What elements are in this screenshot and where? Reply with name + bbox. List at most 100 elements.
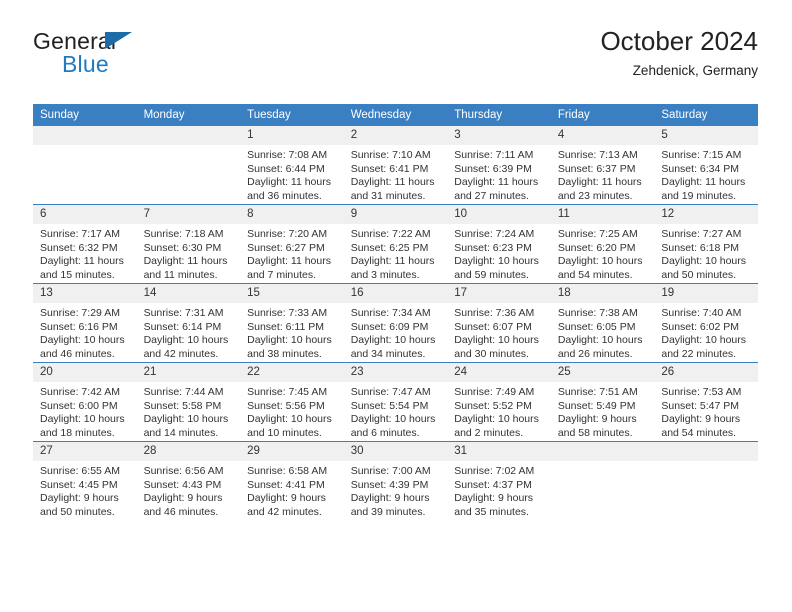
sunrise-text: Sunrise: 7:51 AM (557, 386, 638, 398)
calendar-day-cell[interactable]: 14 Sunrise: 7:31 AM Sunset: 6:14 PM Dayligh… (136, 283, 241, 363)
calendar-day-cell[interactable]: 19 Sunrise: 7:40 AM Sunset: 6:02 PM Dayligh… (654, 283, 758, 363)
calendar-day-cell[interactable]: 28 Sunrise: 6:56 AM Sunset: 4:43 PM Dayligh… (136, 441, 241, 520)
sunrise-text: Sunrise: 7:24 AM (454, 228, 535, 240)
sunset-text: Sunset: 6:44 PM (247, 162, 325, 175)
sunrise-text: Sunrise: 7:25 AM (557, 228, 638, 240)
sunrise-text: Sunrise: 7:10 AM (350, 149, 431, 161)
day-details: Sunrise: 7:02 AM Sunset: 4:37 PM Daylight:… (447, 461, 551, 519)
calendar-day-cell[interactable]: 8 Sunrise: 7:20 AM Sunset: 6:27 PM Daylight… (240, 204, 344, 284)
calendar-day-cell[interactable]: 2 Sunrise: 7:10 AM Sunset: 6:41 PM Daylight… (343, 126, 448, 205)
sunset-text: Sunset: 6:25 PM (350, 241, 429, 254)
title-block: October 2024 Zehdenick, Germany (600, 25, 758, 81)
calendar-day-cell[interactable]: 13 Sunrise: 7:29 AM Sunset: 6:16 PM Dayligh… (33, 283, 137, 363)
day-details: Sunrise: 7:51 AM Sunset: 5:49 PM Daylight:… (551, 382, 655, 440)
sunset-text: Sunset: 6:09 PM (350, 320, 429, 333)
calendar-week-row: 27 Sunrise: 6:55 AM Sunset: 4:45 PM Dayligh… (33, 441, 758, 520)
calendar-day-cell[interactable]: 9 Sunrise: 7:22 AM Sunset: 6:25 PM Daylight… (343, 204, 448, 284)
day-details: Sunrise: 7:42 AM Sunset: 6:00 PM Daylight:… (33, 382, 137, 440)
calendar-day-cell[interactable]: 1 Sunrise: 7:08 AM Sunset: 6:44 PM Daylight… (240, 126, 344, 205)
calendar-day-cell[interactable]: 15 Sunrise: 7:33 AM Sunset: 6:11 PM Dayligh… (240, 283, 344, 363)
calendar-day-cell[interactable]: 17 Sunrise: 7:36 AM Sunset: 6:07 PM Dayligh… (447, 283, 551, 363)
calendar-day-cell[interactable]: 18 Sunrise: 7:38 AM Sunset: 6:05 PM Dayligh… (550, 283, 655, 363)
sunrise-text: Sunrise: 7:08 AM (247, 149, 328, 161)
calendar-day-cell[interactable]: 29 Sunrise: 6:58 AM Sunset: 4:41 PM Dayligh… (240, 441, 344, 520)
calendar-day-cell[interactable]: 25 Sunrise: 7:51 AM Sunset: 5:49 PM Dayligh… (550, 362, 655, 442)
sunset-text: Sunset: 4:45 PM (40, 478, 118, 491)
sunrise-text: Sunrise: 7:22 AM (350, 228, 431, 240)
sunrise-text: Sunrise: 7:53 AM (661, 386, 742, 398)
calendar-day-cell[interactable]: 20 Sunrise: 7:42 AM Sunset: 6:00 PM Dayligh… (33, 362, 137, 442)
day-number: 11 (550, 205, 655, 224)
calendar-day-cell[interactable]: 27 Sunrise: 6:55 AM Sunset: 4:45 PM Dayligh… (33, 441, 137, 520)
day-details: Sunrise: 7:45 AM Sunset: 5:56 PM Daylight:… (240, 382, 344, 440)
calendar-day-cell[interactable]: 31 Sunrise: 7:02 AM Sunset: 4:37 PM Dayligh… (447, 441, 551, 520)
sunset-text: Sunset: 6:18 PM (661, 241, 740, 254)
sunrise-text: Sunrise: 7:17 AM (40, 228, 120, 240)
sunset-text: Sunset: 5:58 PM (143, 399, 222, 412)
sunrise-text: Sunrise: 6:56 AM (143, 465, 224, 477)
day-number: 13 (33, 284, 137, 303)
day-details: Sunrise: 7:40 AM Sunset: 6:02 PM Daylight:… (654, 303, 758, 361)
logo-text-blue: Blue (62, 51, 109, 77)
calendar-day-cell[interactable]: 12 Sunrise: 7:27 AM Sunset: 6:18 PM Dayligh… (654, 204, 758, 284)
sunrise-text: Sunrise: 7:44 AM (143, 386, 224, 398)
calendar-page: General Blue October 2024 Zehdenick, Ger… (0, 0, 792, 612)
sunrise-text: Sunrise: 7:29 AM (40, 307, 120, 319)
calendar-day-cell[interactable]: 22 Sunrise: 7:45 AM Sunset: 5:56 PM Dayligh… (240, 362, 344, 442)
day-number: 27 (33, 442, 137, 461)
daylight-text: Daylight: 9 hours and 42 minutes. (247, 492, 326, 518)
sunset-text: Sunset: 6:07 PM (454, 320, 532, 333)
sunset-text: Sunset: 5:49 PM (557, 399, 636, 412)
day-details: Sunrise: 7:34 AM Sunset: 6:09 PM Daylight:… (344, 303, 448, 361)
calendar-day-cell[interactable]: 10 Sunrise: 7:24 AM Sunset: 6:23 PM Dayligh… (447, 204, 551, 284)
day-details: Sunrise: 7:15 AM Sunset: 6:34 PM Daylight:… (654, 145, 758, 203)
calendar-cell-empty (550, 441, 655, 520)
day-number: 28 (136, 442, 241, 461)
calendar-header-row: Sunday Monday Tuesday Wednesday Thursday… (33, 104, 758, 126)
calendar-day-cell[interactable]: 30 Sunrise: 7:00 AM Sunset: 4:39 PM Dayligh… (343, 441, 448, 520)
calendar-day-cell[interactable]: 3 Sunrise: 7:11 AM Sunset: 6:39 PM Daylight… (447, 126, 551, 205)
day-details: Sunrise: 6:58 AM Sunset: 4:41 PM Daylight:… (240, 461, 344, 519)
calendar-week-row: 20 Sunrise: 7:42 AM Sunset: 6:00 PM Dayligh… (33, 362, 758, 442)
day-number: 9 (343, 205, 448, 224)
column-header-thursday: Thursday (447, 104, 551, 126)
day-details: Sunrise: 7:00 AM Sunset: 4:39 PM Daylight:… (344, 461, 448, 519)
calendar-day-cell[interactable]: 23 Sunrise: 7:47 AM Sunset: 5:54 PM Dayligh… (343, 362, 448, 442)
calendar-day-cell[interactable]: 24 Sunrise: 7:49 AM Sunset: 5:52 PM Dayligh… (447, 362, 551, 442)
day-number (33, 126, 137, 145)
sunset-text: Sunset: 6:41 PM (350, 162, 429, 175)
sunrise-text: Sunrise: 7:15 AM (661, 149, 742, 161)
calendar-day-cell[interactable]: 5 Sunrise: 7:15 AM Sunset: 6:34 PM Daylight… (654, 126, 758, 205)
daylight-text: Daylight: 10 hours and 2 minutes. (454, 413, 539, 439)
day-number: 19 (654, 284, 758, 303)
column-header-wednesday: Wednesday (343, 104, 448, 126)
day-details: Sunrise: 7:27 AM Sunset: 6:18 PM Daylight:… (654, 224, 758, 282)
day-details: Sunrise: 7:49 AM Sunset: 5:52 PM Daylight:… (447, 382, 551, 440)
day-number: 14 (136, 284, 241, 303)
daylight-text: Daylight: 9 hours and 50 minutes. (40, 492, 119, 518)
daylight-text: Daylight: 11 hours and 15 minutes. (40, 255, 124, 281)
sunset-text: Sunset: 6:05 PM (557, 320, 636, 333)
calendar-day-cell[interactable]: 7 Sunrise: 7:18 AM Sunset: 6:30 PM Daylight… (136, 204, 241, 284)
daylight-text: Daylight: 11 hours and 11 minutes. (143, 255, 228, 281)
calendar-day-cell[interactable]: 4 Sunrise: 7:13 AM Sunset: 6:37 PM Daylight… (550, 126, 655, 205)
day-number: 1 (240, 126, 344, 145)
calendar-day-cell[interactable]: 16 Sunrise: 7:34 AM Sunset: 6:09 PM Dayligh… (343, 283, 448, 363)
calendar-day-cell[interactable]: 26 Sunrise: 7:53 AM Sunset: 5:47 PM Dayligh… (654, 362, 758, 442)
sunrise-text: Sunrise: 7:33 AM (247, 307, 328, 319)
calendar-day-cell[interactable]: 6 Sunrise: 7:17 AM Sunset: 6:32 PM Daylight… (33, 204, 137, 284)
sunset-text: Sunset: 6:32 PM (40, 241, 118, 254)
day-details: Sunrise: 7:33 AM Sunset: 6:11 PM Daylight:… (240, 303, 344, 361)
day-details: Sunrise: 7:24 AM Sunset: 6:23 PM Daylight:… (447, 224, 551, 282)
day-number (136, 126, 241, 145)
sunrise-text: Sunrise: 7:42 AM (40, 386, 120, 398)
daylight-text: Daylight: 11 hours and 31 minutes. (350, 176, 435, 202)
sunset-text: Sunset: 6:11 PM (247, 320, 324, 333)
sunset-text: Sunset: 6:16 PM (40, 320, 118, 333)
sunrise-text: Sunrise: 7:27 AM (661, 228, 742, 240)
daylight-text: Daylight: 10 hours and 59 minutes. (454, 255, 539, 281)
calendar-day-cell[interactable]: 21 Sunrise: 7:44 AM Sunset: 5:58 PM Dayligh… (136, 362, 241, 442)
day-details: Sunrise: 7:36 AM Sunset: 6:07 PM Daylight:… (447, 303, 551, 361)
daylight-text: Daylight: 10 hours and 18 minutes. (40, 413, 125, 439)
calendar-day-cell[interactable]: 11 Sunrise: 7:25 AM Sunset: 6:20 PM Dayligh… (550, 204, 655, 284)
